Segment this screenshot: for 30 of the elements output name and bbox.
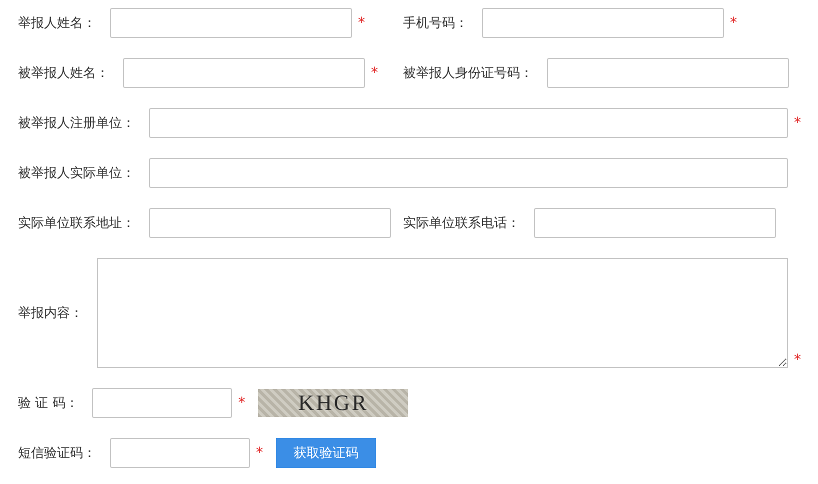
field-label: 被举报人身份证号码： [403,65,533,82]
text-field[interactable] [482,8,724,38]
field-label: 被举报人实际单位： [18,165,135,182]
text-field[interactable] [123,58,365,88]
required-mark: * [794,352,802,368]
text-field[interactable] [149,108,788,138]
field-label: 举报内容： [18,305,83,322]
captcha-image[interactable]: KHGR [258,389,408,417]
required-mark: * [371,65,379,81]
field-label: 被举报人姓名： [18,65,109,82]
field-label: 实际单位联系电话： [403,215,520,232]
text-field[interactable] [110,438,250,468]
field-label: 短信验证码： [18,445,96,462]
text-field[interactable] [149,208,391,238]
text-field[interactable] [149,158,788,188]
field-label: 举报人姓名： [18,15,96,32]
text-field[interactable] [92,388,232,418]
report-content-field[interactable] [97,258,788,368]
text-field[interactable] [534,208,776,238]
field-label: 被举报人注册单位： [18,115,135,132]
field-label: 实际单位联系地址： [18,215,135,232]
required-mark: * [794,115,802,131]
required-mark: * [730,15,738,31]
text-field[interactable] [110,8,352,38]
text-field[interactable] [547,58,789,88]
required-mark: * [238,395,246,411]
required-mark: * [256,445,264,461]
required-mark: * [358,15,366,31]
field-label: 手机号码： [403,15,468,32]
field-label: 验 证 码： [18,395,78,412]
